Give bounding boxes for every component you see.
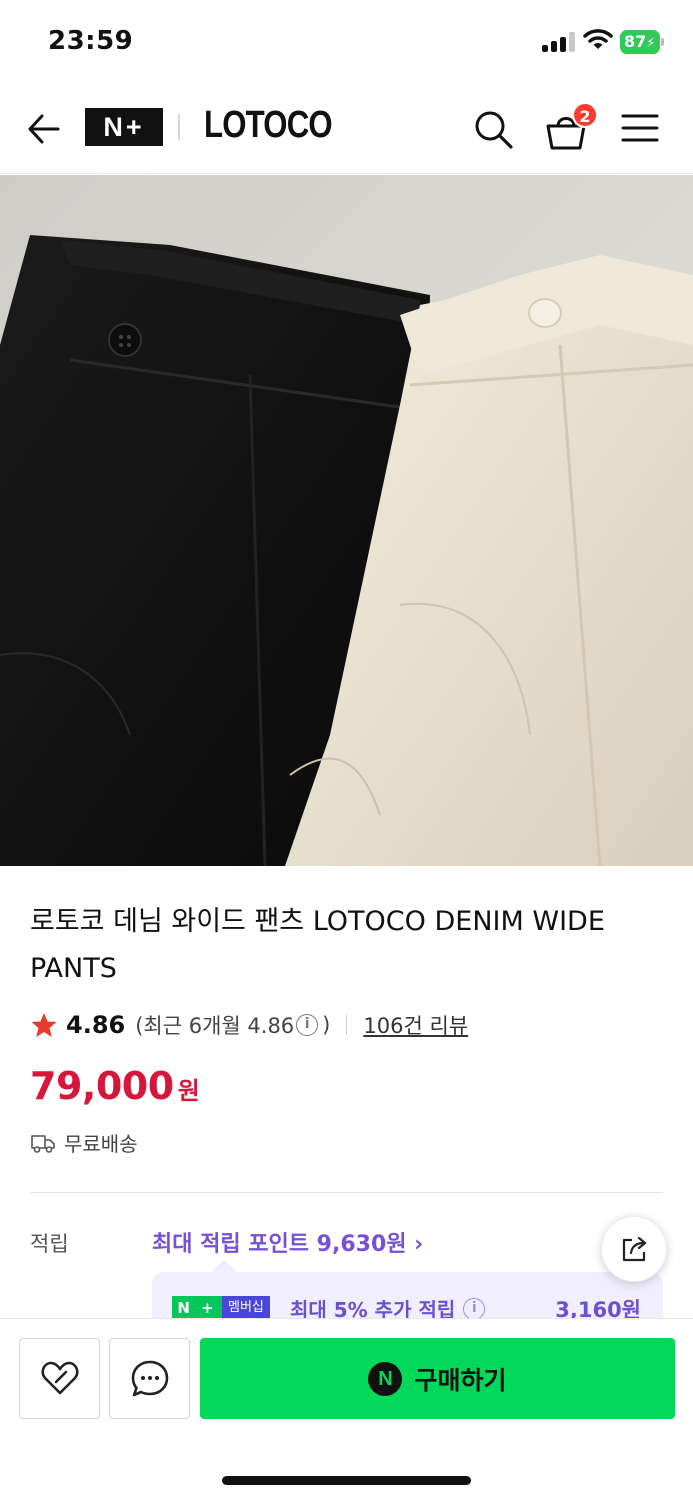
product-title: 로토코 데님 와이드 팬츠 LOTOCO DENIM WIDE PANTS	[30, 906, 605, 984]
price-unit: 원	[177, 1077, 200, 1105]
wishlist-button[interactable]	[19, 1338, 100, 1419]
share-icon	[622, 1236, 647, 1262]
back-arrow-icon[interactable]	[24, 108, 66, 150]
cellular-signal-icon	[542, 32, 576, 52]
rating-recent: (최근 6개월 4.86	[135, 1014, 295, 1038]
rating-separator	[346, 1015, 348, 1035]
store-brand-name[interactable]: LOTOCO	[204, 104, 333, 147]
status-bar: 23:59 87⚡	[0, 0, 693, 84]
shipping-text: 무료배송	[64, 1132, 138, 1156]
section-divider	[30, 1192, 663, 1193]
wifi-icon	[583, 28, 613, 52]
naver-plus-logo[interactable]: N+	[85, 108, 163, 146]
chat-icon	[131, 1360, 169, 1397]
buy-button[interactable]: N 구매하기	[200, 1338, 675, 1419]
membership-badge-text: 멤버십	[222, 1296, 270, 1320]
price: 79,000 원	[30, 1064, 200, 1108]
search-icon[interactable]	[472, 108, 514, 150]
top-navigation-bar: N+ LOTOCO 2	[0, 84, 693, 174]
logo-divider	[178, 114, 180, 140]
bottom-action-bar: N 구매하기	[0, 1318, 693, 1500]
points-label: 적립	[30, 1232, 69, 1256]
home-indicator[interactable]	[222, 1476, 471, 1485]
product-image[interactable]	[0, 175, 693, 866]
rating-score: 4.86	[66, 1011, 126, 1039]
max-points-link[interactable]: 최대 적립 포인트 9,630원 ›	[152, 1226, 423, 1258]
charging-bolt-icon: ⚡	[646, 36, 656, 51]
info-icon[interactable]: i	[296, 1014, 319, 1036]
shipping-info: 무료배송	[30, 1128, 138, 1157]
price-value: 79,000	[30, 1064, 174, 1108]
status-time: 23:59	[48, 26, 134, 56]
heart-icon	[41, 1361, 79, 1395]
rating-row: 4.86 (최근 6개월 4.86 i ) 106건 리뷰	[30, 1008, 468, 1042]
battery-level: 87	[624, 32, 647, 51]
membership-badge-n: N +	[172, 1296, 222, 1320]
battery-icon: 87⚡	[620, 30, 664, 54]
membership-pointer	[212, 1259, 236, 1283]
cart-count-badge: 2	[572, 102, 598, 128]
rating-recent-close: )	[322, 1013, 331, 1037]
info-icon[interactable]: i	[463, 1297, 486, 1320]
menu-icon[interactable]	[620, 110, 660, 146]
share-button[interactable]	[601, 1216, 667, 1282]
npay-icon: N	[368, 1361, 403, 1396]
membership-badge: N + 멤버십	[172, 1296, 270, 1320]
buy-button-label: 구매하기	[414, 1365, 507, 1395]
chat-button[interactable]	[109, 1338, 190, 1419]
review-count-link[interactable]: 106건 리뷰	[363, 1010, 468, 1040]
cart-button[interactable]: 2	[544, 102, 598, 150]
star-icon	[31, 1013, 57, 1037]
truck-icon	[31, 1134, 55, 1153]
